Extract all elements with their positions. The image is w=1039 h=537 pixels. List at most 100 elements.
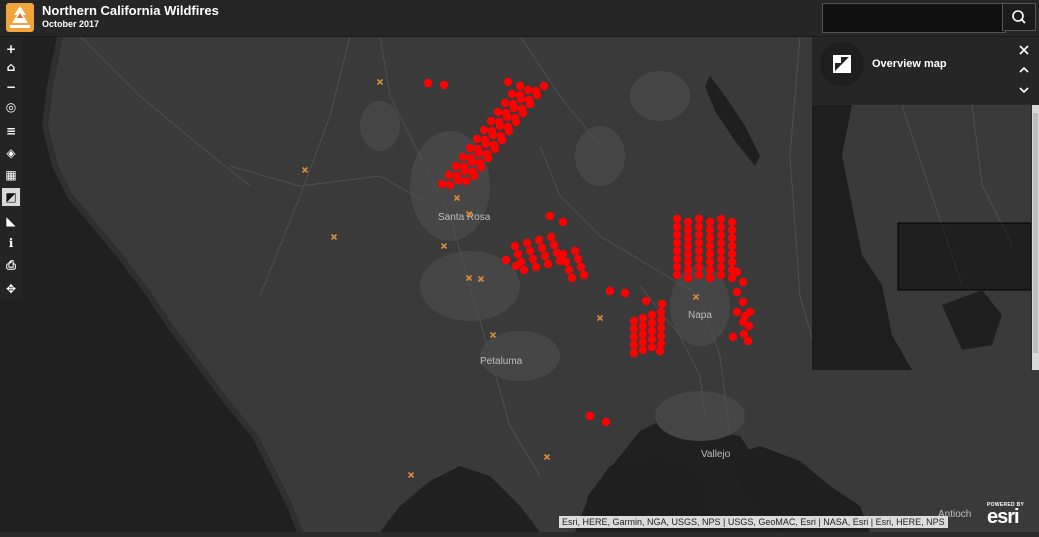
fire-point[interactable] [439, 80, 449, 90]
fire-point[interactable] [576, 262, 586, 272]
fire-point[interactable] [585, 411, 595, 421]
fire-point[interactable] [705, 233, 715, 243]
fire-point[interactable] [694, 230, 704, 240]
fire-point[interactable] [727, 257, 737, 267]
fire-point[interactable] [629, 332, 639, 342]
fire-point[interactable] [629, 340, 639, 350]
fire-point[interactable] [641, 296, 651, 306]
fire-point[interactable] [507, 89, 517, 99]
fire-point[interactable] [656, 331, 666, 341]
fire-point[interactable] [672, 222, 682, 232]
fire-point[interactable] [738, 277, 748, 287]
print-button[interactable]: ⎙ [2, 256, 20, 274]
fire-point[interactable] [694, 270, 704, 280]
fire-point[interactable] [694, 246, 704, 256]
fire-point[interactable] [579, 270, 589, 280]
fire-point[interactable] [567, 273, 577, 283]
fire-point[interactable] [638, 313, 648, 323]
fire-point[interactable] [445, 180, 455, 190]
fire-point[interactable] [727, 249, 737, 259]
fire-point[interactable] [540, 251, 550, 261]
overview-map-button[interactable]: ◩ [2, 188, 20, 206]
fire-point[interactable] [705, 273, 715, 283]
fire-point[interactable] [657, 299, 667, 309]
fire-point[interactable] [472, 134, 482, 144]
fire-point[interactable] [672, 230, 682, 240]
zoom-out-button[interactable]: − [2, 78, 20, 96]
fire-point[interactable] [743, 336, 753, 346]
fire-point[interactable] [694, 238, 704, 248]
fire-point[interactable] [694, 214, 704, 224]
fire-point[interactable] [525, 246, 535, 256]
fire-point[interactable] [489, 140, 499, 150]
fire-point[interactable] [465, 143, 475, 153]
fire-point[interactable] [501, 108, 511, 118]
fire-point[interactable] [605, 286, 615, 296]
fire-point[interactable] [716, 238, 726, 248]
fire-point[interactable] [493, 107, 503, 117]
fire-point[interactable] [437, 179, 447, 189]
fire-point[interactable] [537, 243, 547, 253]
fire-point[interactable] [546, 232, 556, 242]
fire-point[interactable] [517, 104, 527, 114]
fire-point[interactable] [672, 254, 682, 264]
fire-point[interactable] [531, 86, 541, 96]
fire-point[interactable] [728, 332, 738, 342]
fire-point[interactable] [727, 225, 737, 235]
fire-point[interactable] [656, 315, 666, 325]
search-input[interactable] [822, 3, 1006, 33]
home-button[interactable]: ⌂ [2, 58, 20, 76]
fire-point[interactable] [510, 113, 520, 123]
fire-point[interactable] [494, 117, 504, 127]
fire-point[interactable] [647, 326, 657, 336]
fire-point[interactable] [479, 125, 489, 135]
legend-list-button[interactable]: ≡ [2, 122, 20, 140]
fire-point[interactable] [705, 217, 715, 227]
fire-point[interactable] [647, 342, 657, 352]
fire-point[interactable] [524, 95, 534, 105]
fire-point[interactable] [694, 262, 704, 272]
fire-point[interactable] [475, 158, 485, 168]
fire-point[interactable] [656, 323, 666, 333]
fire-point[interactable] [487, 126, 497, 136]
fire-point[interactable] [534, 235, 544, 245]
fire-point[interactable] [451, 161, 461, 171]
fire-point[interactable] [629, 316, 639, 326]
collapse-up-button[interactable] [1016, 62, 1032, 78]
fire-point[interactable] [727, 217, 737, 227]
fire-point[interactable] [513, 249, 523, 259]
fire-point[interactable] [528, 254, 538, 264]
fire-point[interactable] [727, 233, 737, 243]
fire-point[interactable] [647, 310, 657, 320]
fire-point[interactable] [727, 241, 737, 251]
fire-point[interactable] [683, 273, 693, 283]
fire-point[interactable] [672, 246, 682, 256]
fire-point[interactable] [683, 249, 693, 259]
fire-point[interactable] [638, 337, 648, 347]
fire-point[interactable] [522, 238, 532, 248]
fire-point[interactable] [656, 307, 666, 317]
search-button[interactable] [1002, 3, 1036, 31]
fire-point[interactable] [558, 217, 568, 227]
fire-point[interactable] [423, 78, 433, 88]
fire-point[interactable] [705, 225, 715, 235]
fire-point[interactable] [570, 246, 580, 256]
fire-point[interactable] [738, 297, 748, 307]
fire-point[interactable] [629, 348, 639, 358]
fire-point[interactable] [716, 262, 726, 272]
fire-point[interactable] [716, 254, 726, 264]
fire-point[interactable] [745, 307, 755, 317]
fire-point[interactable] [716, 230, 726, 240]
fire-point[interactable] [705, 249, 715, 259]
zoom-in-button[interactable]: + [2, 40, 20, 58]
fire-point[interactable] [473, 144, 483, 154]
fire-point[interactable] [558, 249, 568, 259]
fire-point[interactable] [694, 222, 704, 232]
measure-button[interactable]: ◣ [2, 212, 20, 230]
fire-point[interactable] [549, 240, 559, 250]
fire-point[interactable] [539, 81, 549, 91]
fire-point[interactable] [744, 321, 754, 331]
fire-point[interactable] [501, 255, 511, 265]
fire-point[interactable] [672, 214, 682, 224]
locate-button[interactable]: ◎ [2, 98, 20, 116]
